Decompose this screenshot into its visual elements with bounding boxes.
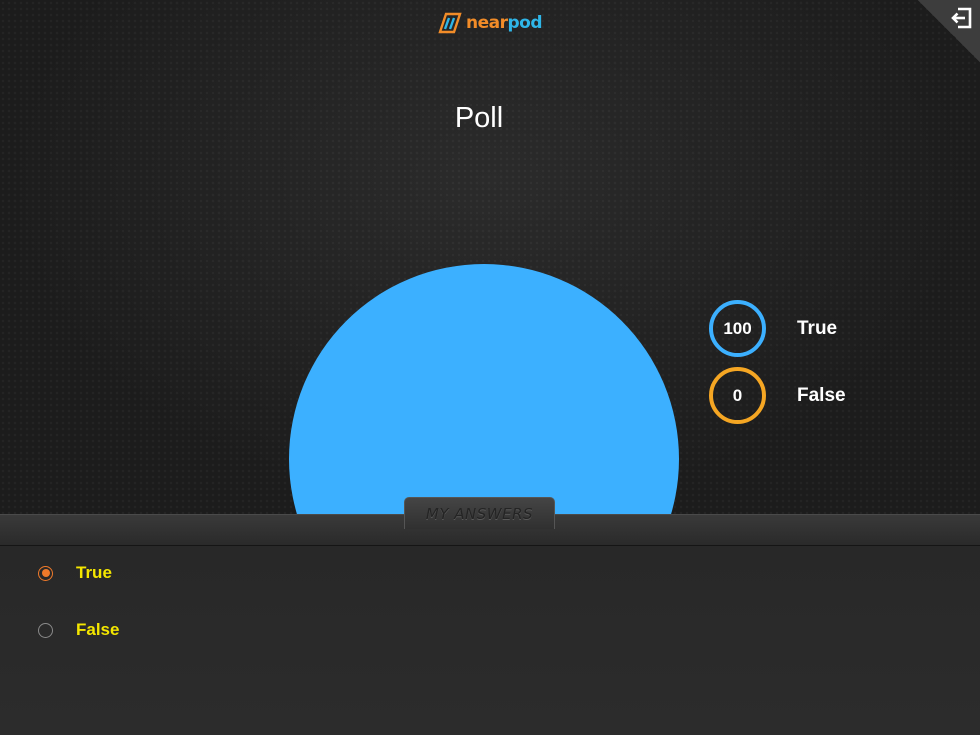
answer-option-label: False [76, 620, 120, 639]
radio-selected-icon[interactable] [38, 565, 53, 581]
chart-legend: 100 True 0 False [709, 300, 846, 434]
legend-value-false: 0 [709, 367, 766, 424]
logo-text-pod: pod [507, 13, 543, 33]
legend-label-true: True [797, 317, 838, 339]
page-title: Poll [454, 102, 504, 134]
poll-stage: nearpod Poll 100 True 0 False [0, 0, 980, 515]
exit-button[interactable] [918, 0, 980, 62]
my-answers-tab[interactable]: MY ANSWERS [404, 497, 555, 529]
pie-slice-true [289, 264, 679, 515]
nearpod-logo: nearpod [0, 12, 980, 34]
answer-option-false[interactable]: False [38, 620, 119, 640]
legend-label-false: False [797, 384, 846, 406]
answer-option-label: True [76, 563, 112, 582]
poll-pie-chart [289, 264, 679, 515]
logo-text-near: near [465, 13, 508, 33]
nearpod-logo-icon [438, 12, 462, 34]
answer-option-true[interactable]: True [38, 563, 112, 583]
my-answers-panel: True False [0, 546, 980, 735]
exit-icon[interactable] [950, 7, 972, 29]
legend-item-false: 0 False [709, 367, 846, 424]
legend-value-true: 100 [709, 300, 766, 357]
radio-unselected-icon[interactable] [38, 622, 53, 638]
legend-item-true: 100 True [709, 300, 846, 357]
